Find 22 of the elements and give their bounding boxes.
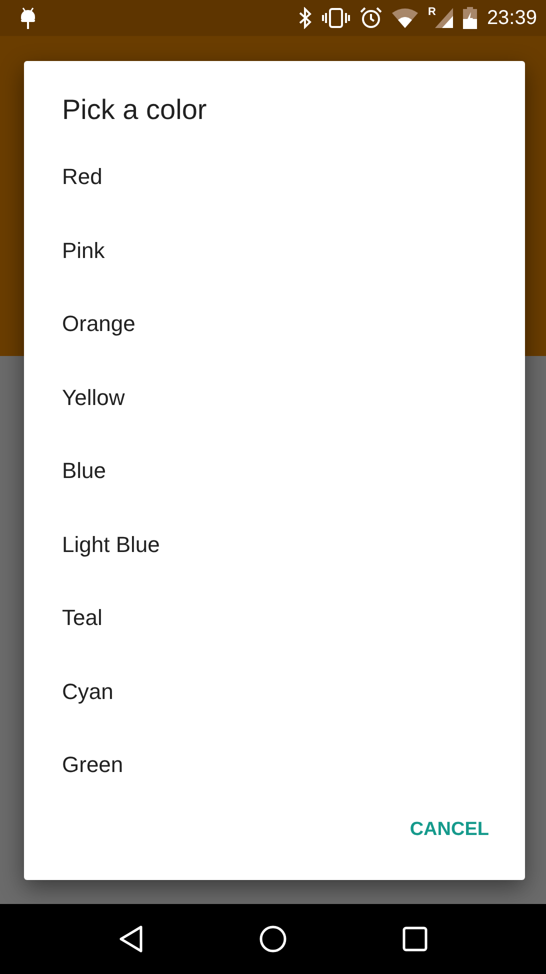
back-icon[interactable] (118, 925, 144, 953)
list-item[interactable]: Cyan (24, 654, 525, 728)
list-item[interactable]: Orange (24, 287, 525, 360)
list-item[interactable]: Pink (24, 214, 525, 287)
recents-icon[interactable] (402, 926, 428, 952)
vibrate-icon (322, 7, 350, 29)
dialog-title: Pick a color (61, 93, 208, 127)
android-icon (18, 6, 38, 30)
status-time: 23:39 (486, 6, 537, 30)
list-item[interactable]: Light Blue (24, 508, 525, 581)
list-item[interactable]: Teal (24, 581, 525, 654)
battery-icon (462, 7, 477, 29)
list-item[interactable]: Green (24, 728, 525, 802)
wifi-icon (392, 8, 418, 28)
list-item[interactable]: Blue (24, 434, 525, 508)
list-item[interactable]: Yellow (24, 360, 525, 434)
bluetooth-icon (298, 7, 312, 29)
home-icon[interactable] (258, 925, 287, 953)
list-item[interactable]: Red (24, 140, 525, 214)
alarm-icon (360, 7, 382, 29)
signal-icon (434, 8, 453, 28)
roaming-mark: R (428, 6, 436, 18)
